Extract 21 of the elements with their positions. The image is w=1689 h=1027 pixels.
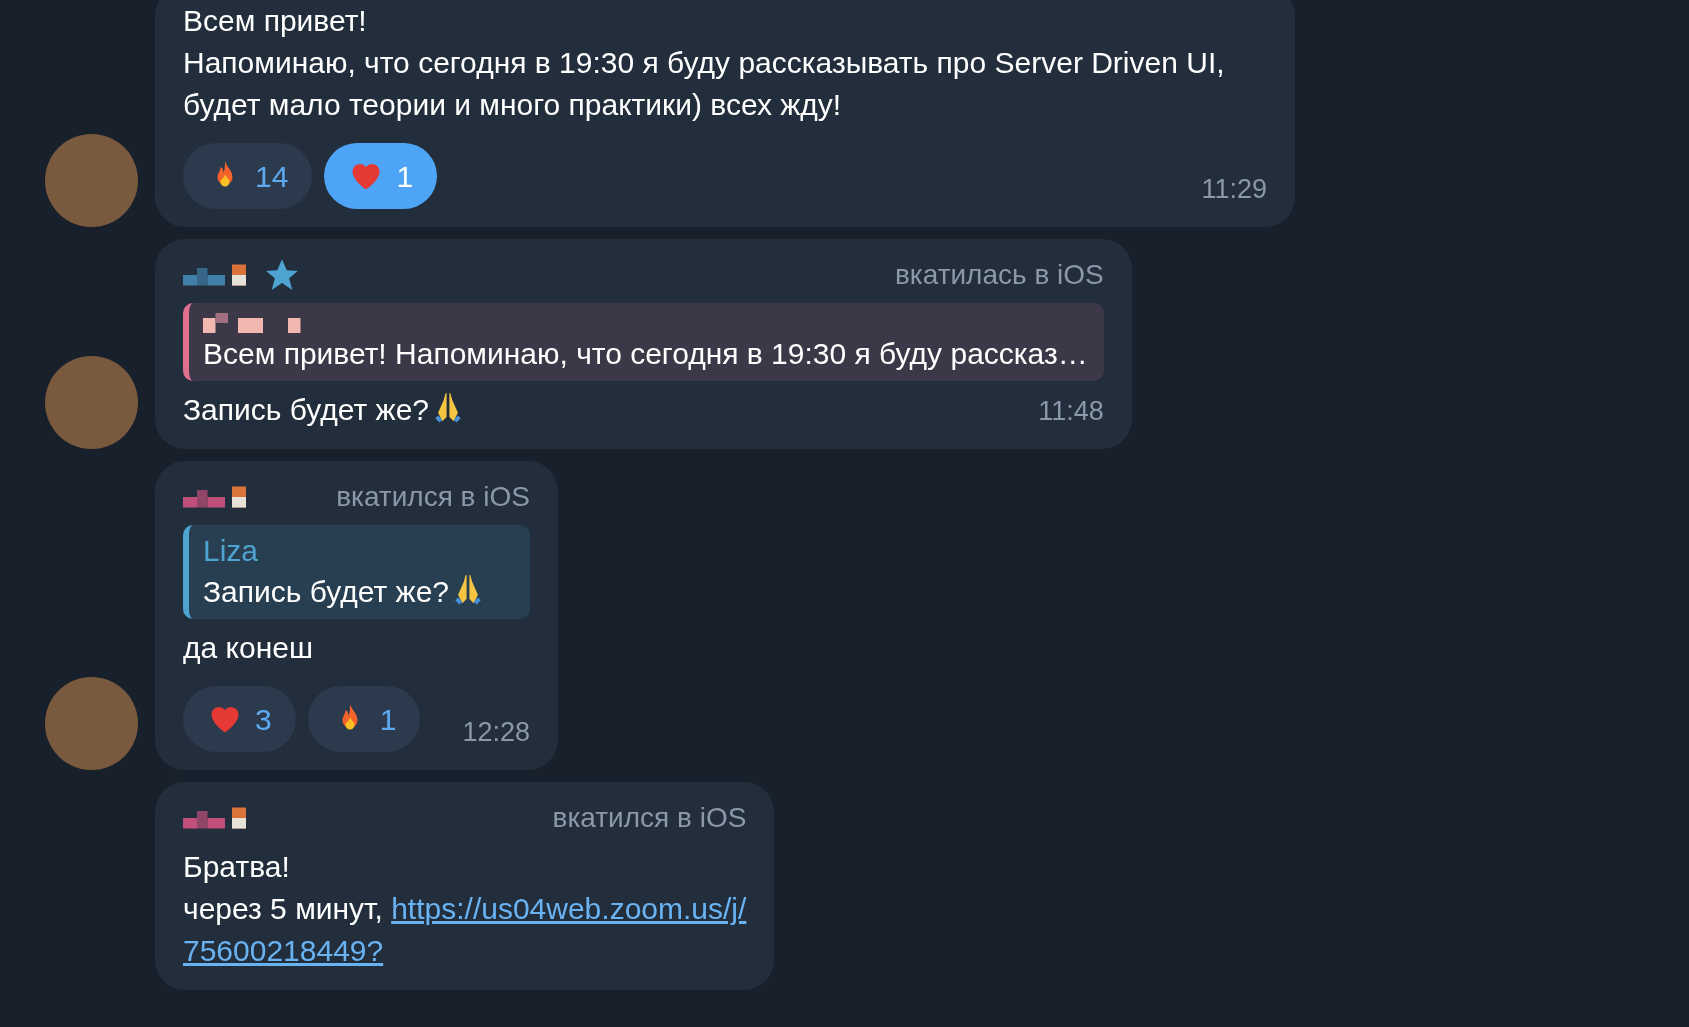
message-text: через 5 минут, https://us04web.zoom.us/j/ <box>183 891 747 927</box>
message-text: Всем привет! <box>183 3 368 39</box>
message-time: 11:48 <box>1037 395 1104 428</box>
sender-tag: вкатился в iOS <box>512 797 747 839</box>
reply-author: Liza <box>203 533 260 569</box>
reaction-button[interactable]: 1 <box>324 143 438 209</box>
sender-tag: вкатилась в iOS <box>854 254 1104 296</box>
sender-tag: вкатился в iOS <box>296 476 530 518</box>
reply-text: Запись будет же? <box>203 571 514 613</box>
reaction-button[interactable]: 14 <box>183 143 313 209</box>
message-link[interactable]: 75600218449? <box>183 934 384 967</box>
reaction-button[interactable]: 3 <box>183 686 296 752</box>
message-text: Братва! <box>183 849 291 885</box>
message-time: 12:28 <box>461 716 530 749</box>
message-text: да конеш <box>183 630 314 666</box>
message-time: 11:29 <box>1200 173 1267 206</box>
message-text: Напоминаю, что сегодня в 19:30 я буду рассказывать про Server Driven UI, будет мало теории и много практики) всех жду! <box>183 45 1226 123</box>
message-link[interactable]: https://us04web.zoom.us/j/ <box>391 892 747 925</box>
reply-text: Всем привет! Напоминаю, что сегодня в 19:30 я буду рассказ… <box>203 336 1088 372</box>
message-text: Запись будет же? <box>183 389 465 431</box>
reaction-button[interactable]: 1 <box>307 686 421 752</box>
